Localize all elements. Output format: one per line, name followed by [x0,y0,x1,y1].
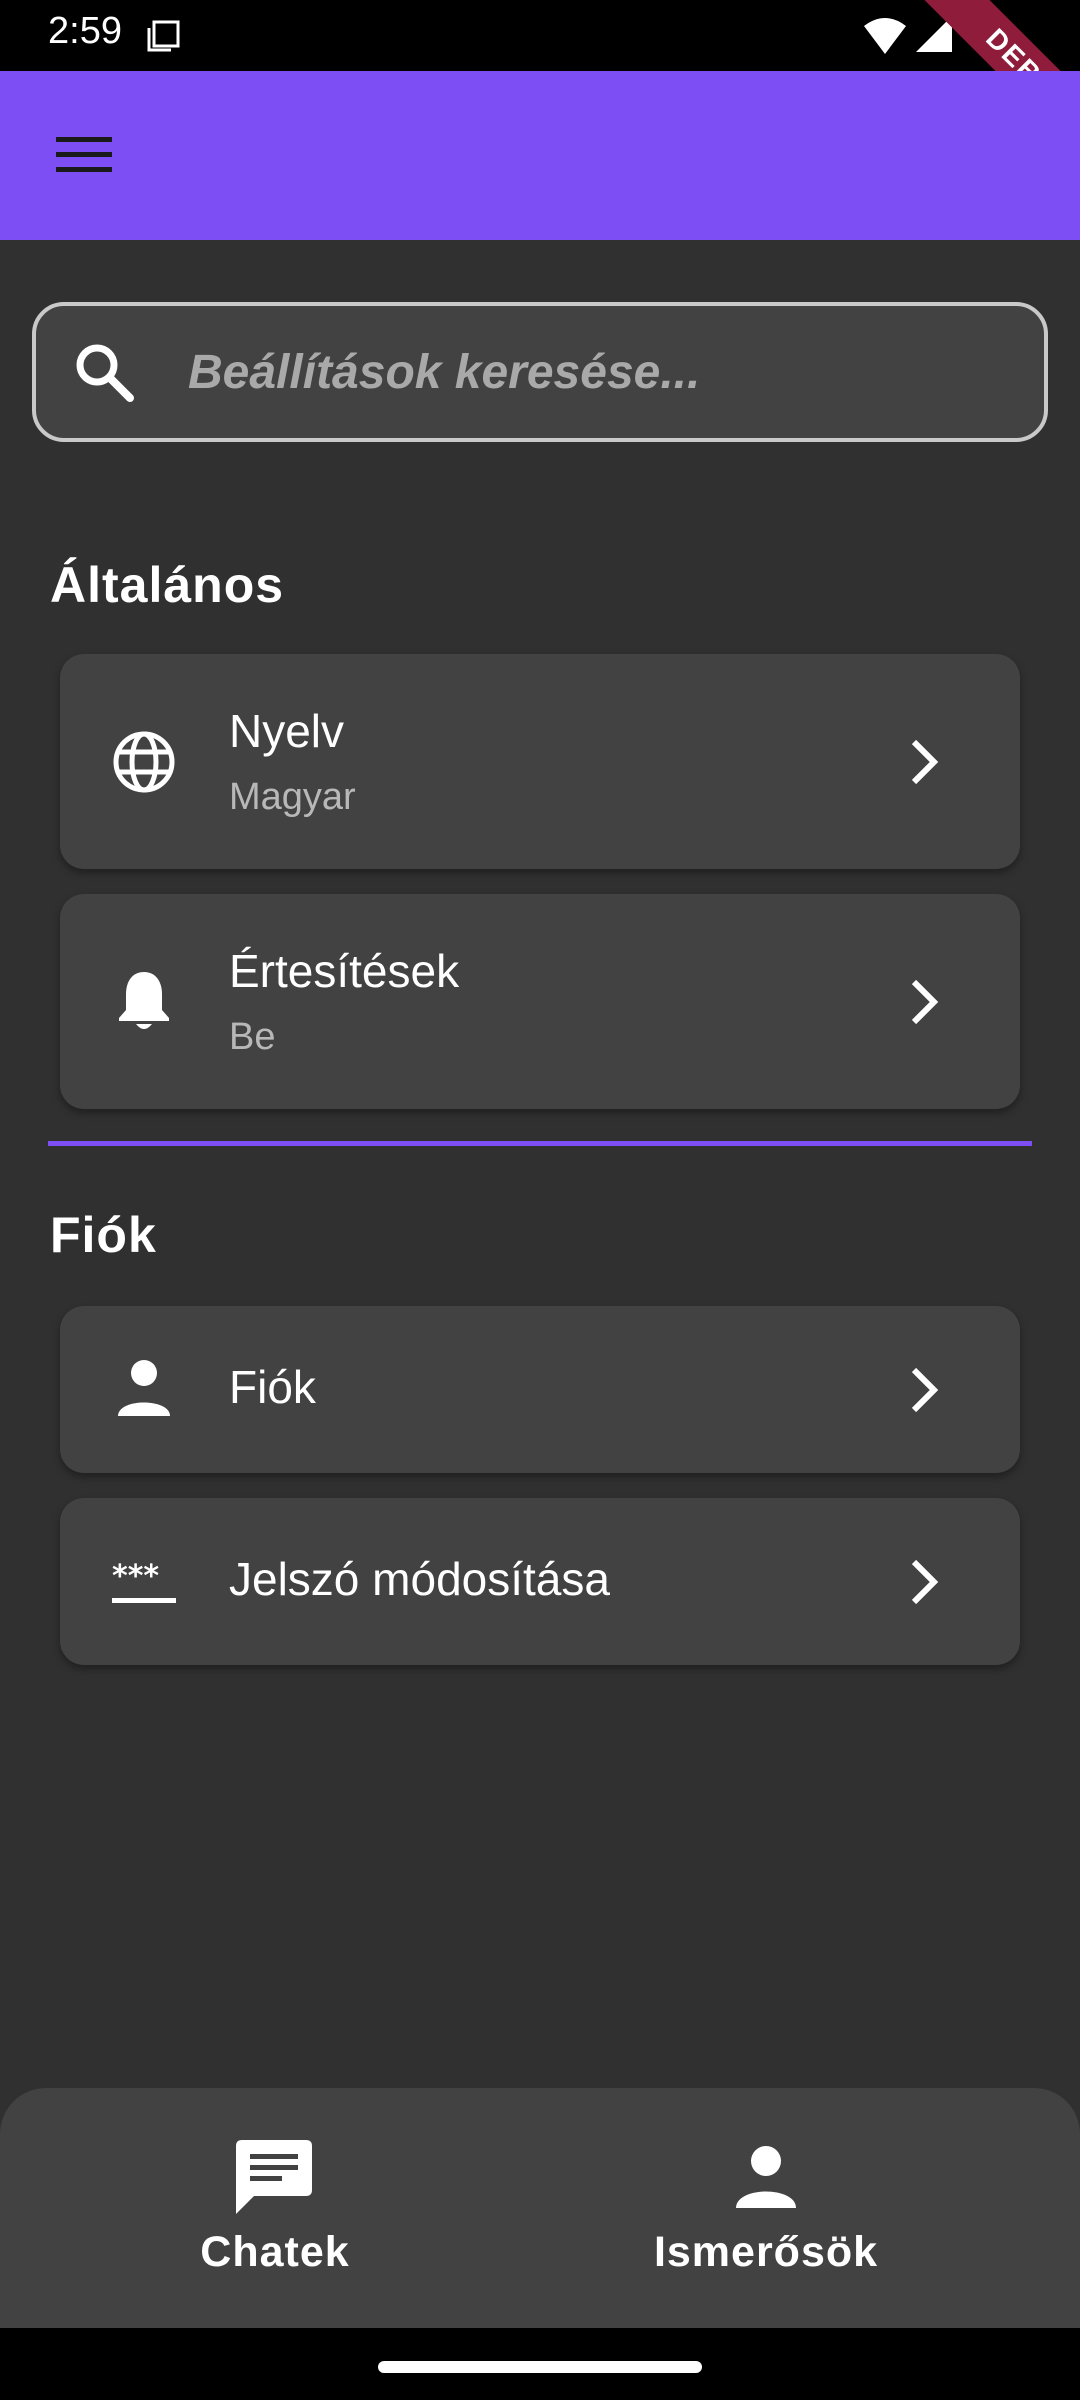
settings-item-title: Értesítések [229,945,460,997]
settings-item-subtitle: Magyar [229,776,356,818]
chevron-right-icon [900,1362,950,1423]
nav-label: Ismerősök [653,2228,879,2276]
section-divider [48,1141,1032,1146]
settings-item-account[interactable]: Fiók [60,1306,1020,1473]
settings-item-title: Fiók [229,1361,316,1413]
app-bar [0,71,1080,240]
home-gesture-handle[interactable] [378,2361,702,2373]
search-icon [72,340,136,409]
globe-icon [112,730,176,799]
nav-item-contacts[interactable]: Ismerősök [496,2088,1036,2328]
status-time: 2:59 [48,10,122,52]
nav-label: Chatek [200,2228,350,2276]
bell-icon [112,968,176,1039]
password-icon: *** [112,1556,178,1611]
screenshot-notification-icon [145,18,181,59]
nav-item-chats[interactable]: Chatek [0,2088,540,2328]
settings-item-subtitle: Be [229,1016,276,1058]
chevron-right-icon [900,734,950,795]
wifi-icon [862,16,908,61]
svg-text:***: *** [112,1559,159,1594]
settings-item-title: Jelszó módosítása [229,1553,610,1605]
menu-icon[interactable] [56,135,112,180]
search-box[interactable] [32,302,1048,442]
person-icon [733,2144,799,2215]
settings-item-language[interactable]: Nyelv Magyar [60,654,1020,869]
search-input[interactable] [186,326,1006,418]
person-icon [112,1358,176,1423]
settings-item-title: Nyelv [229,705,345,757]
section-header-account: Fiók [50,1207,157,1263]
section-header-general: Általános [50,557,285,613]
system-navigation-bar [0,2328,1080,2400]
chat-icon [234,2138,314,2221]
chevron-right-icon [900,974,950,1035]
settings-item-change-password[interactable]: *** Jelszó módosítása [60,1498,1020,1665]
settings-item-notifications[interactable]: Értesítések Be [60,894,1020,1109]
chevron-right-icon [900,1554,950,1615]
status-bar: 2:59 DEBUG [0,0,1080,71]
bottom-navigation: Chatek Ismerősök [0,2088,1080,2328]
